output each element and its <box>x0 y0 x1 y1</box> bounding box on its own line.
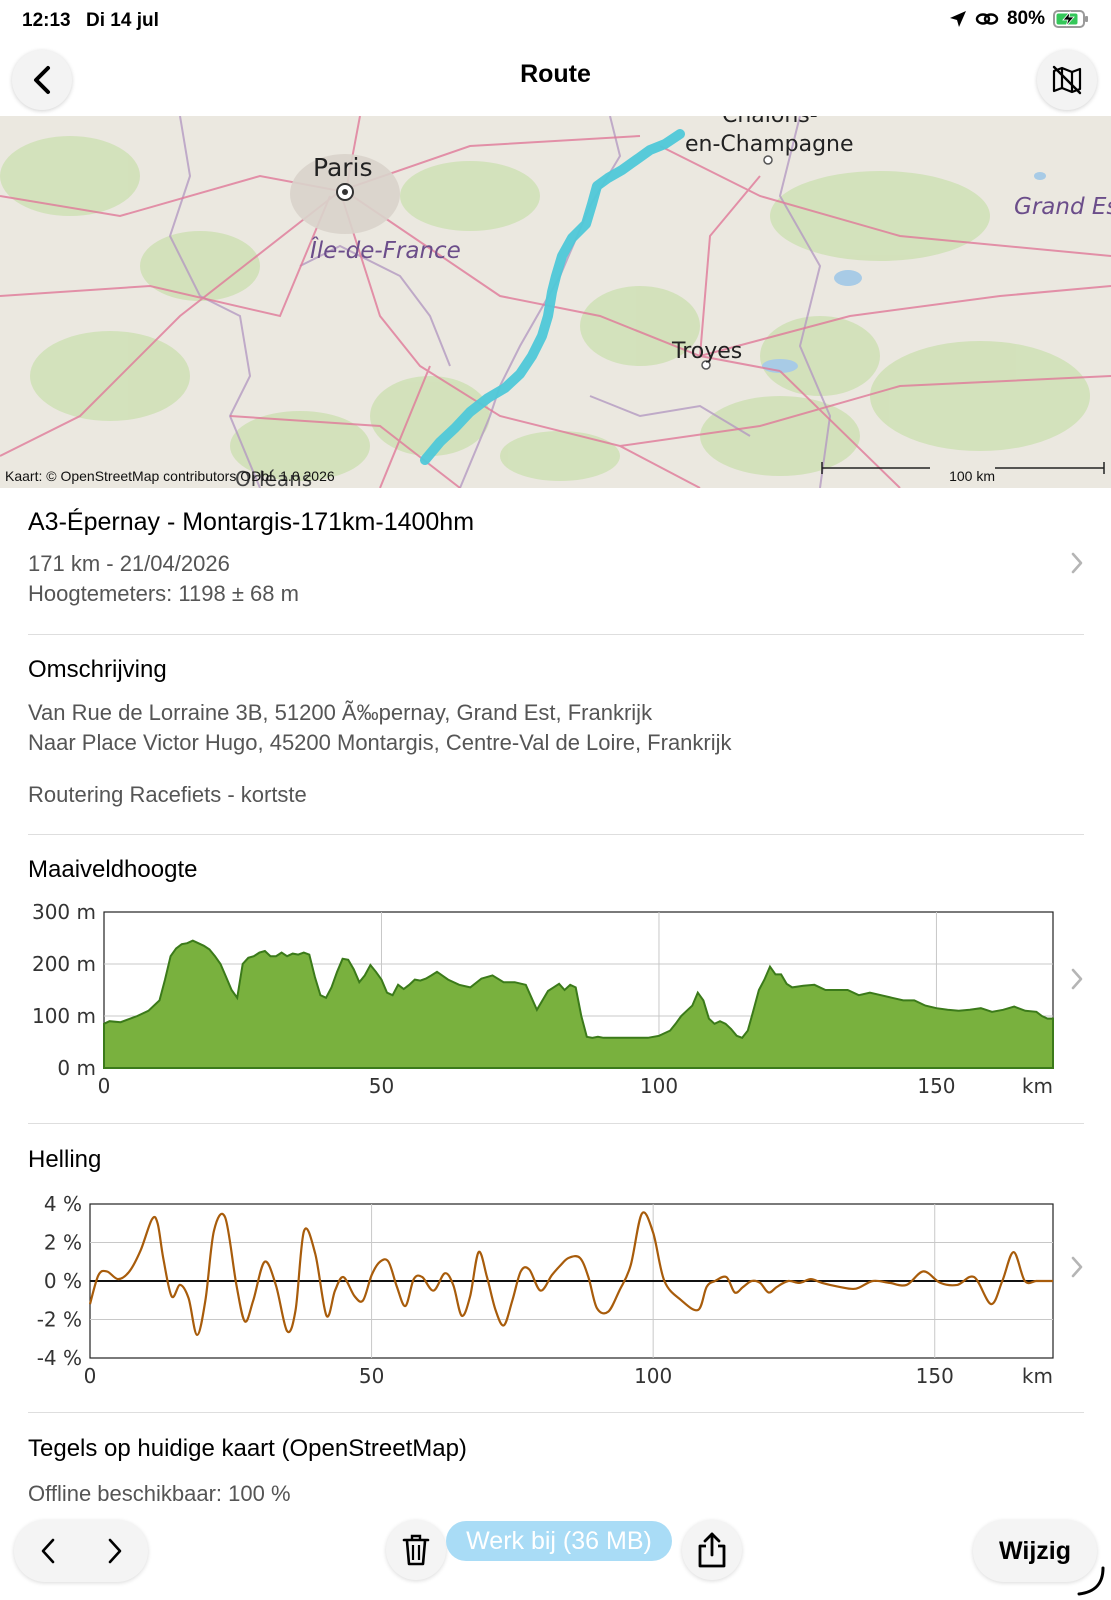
route-nav-pill <box>14 1520 148 1582</box>
map-label-chalons: en-Champagne <box>685 132 854 157</box>
status-date: Di 14 jul <box>86 10 159 31</box>
share-button[interactable] <box>682 1520 742 1580</box>
chevron-right-icon <box>108 1538 121 1564</box>
x-tick-label: 100 <box>640 1074 678 1098</box>
chalons-marker <box>763 155 773 165</box>
map-toggle-button[interactable] <box>1037 50 1097 110</box>
y-tick-label: 0 m <box>57 1056 96 1080</box>
location-arrow-icon <box>949 11 966 27</box>
y-tick-label: 4 % <box>44 1192 82 1216</box>
route-elevation-gain: Hoogtemeters: 1198 ± 68 m <box>28 581 299 606</box>
map-attribution: Kaart: © OpenStreetMap contributors ODbL… <box>5 468 335 484</box>
divider <box>28 634 1084 635</box>
x-unit-label: km <box>1022 1074 1053 1098</box>
map-label-grand-est: Grand Es <box>1014 194 1111 220</box>
description-to: Naar Place Victor Hugo, 45200 Montargis,… <box>28 730 732 755</box>
battery-percent: 80% <box>1006 8 1045 29</box>
x-tick-label: 150 <box>917 1074 955 1098</box>
elevation-chart[interactable]: 300 m 200 m 100 m 0 m0 50 100 150 km <box>0 896 1111 1106</box>
x-tick-label: 50 <box>369 1074 394 1098</box>
trash-icon <box>402 1534 430 1566</box>
y-tick-label: -2 % <box>37 1308 82 1332</box>
status-time: 12:13 <box>22 10 71 31</box>
chevron-right-icon <box>1071 552 1083 574</box>
bottom-toolbar: Werk bij (36 MB) Wijzig <box>0 1500 1111 1600</box>
page-title: Route <box>520 60 591 88</box>
status-bar: 12:13 Di 14 jul 80% <box>0 0 1111 44</box>
resize-handle-icon <box>1077 1566 1105 1596</box>
slope-chart[interactable]: 4 % 2 % 0 % -2 % -4 %0 50 100 150 km <box>0 1186 1111 1396</box>
x-unit-label: km <box>1022 1364 1053 1388</box>
x-tick-label: 50 <box>359 1364 384 1388</box>
y-tick-label: 200 m <box>32 952 96 976</box>
route-name: A3-Épernay - Montargis-171km-1400hm <box>28 508 475 536</box>
y-tick-label: 100 m <box>32 1004 96 1028</box>
y-tick-label: 300 m <box>32 900 96 924</box>
x-tick-label: 0 <box>84 1364 97 1388</box>
route-info-row[interactable]: A3-Épernay - Montargis-171km-1400hm 171 … <box>28 508 1084 618</box>
chevron-left-icon <box>41 1538 54 1564</box>
x-tick-label: 150 <box>916 1364 954 1388</box>
elevation-title: Maaiveldhoogte <box>28 856 198 883</box>
map-label-idf: Île-de-France <box>310 236 461 264</box>
link-icon <box>975 13 999 25</box>
update-tiles-button[interactable]: Werk bij (36 MB) <box>446 1521 672 1561</box>
slope-title: Helling <box>28 1146 102 1173</box>
divider <box>28 834 1084 835</box>
next-button[interactable] <box>81 1520 148 1582</box>
tiles-title: Tegels op huidige kaart (OpenStreetMap) <box>28 1435 467 1462</box>
battery-charging-icon <box>1053 10 1088 28</box>
route-map[interactable]: Paris Île-de-France Châlons- en-Champagn… <box>0 116 1111 488</box>
y-tick-label: -4 % <box>37 1346 82 1370</box>
map-label-paris: Paris <box>313 153 373 182</box>
map-canvas[interactable]: Paris Île-de-France Châlons- en-Champagn… <box>0 116 1111 488</box>
map-off-icon <box>1052 65 1082 95</box>
delete-button[interactable] <box>386 1520 446 1580</box>
y-tick-label: 0 % <box>44 1269 82 1293</box>
navigation-bar: Route <box>0 44 1111 116</box>
previous-button[interactable] <box>14 1520 81 1582</box>
divider <box>28 1123 1084 1124</box>
description-section: Omschrijving Van Rue de Lorraine 3B, 512… <box>28 656 1084 810</box>
tiles-section: Tegels op huidige kaart (OpenStreetMap) … <box>28 1435 1084 1509</box>
map-label-troyes: Troyes <box>671 339 742 364</box>
x-tick-label: 100 <box>634 1364 672 1388</box>
y-tick-label: 2 % <box>44 1231 82 1255</box>
route-distance-date: 171 km - 21/04/2026 <box>28 551 230 576</box>
map-scale-label: 100 km <box>949 468 995 484</box>
share-icon <box>698 1532 726 1568</box>
description-title: Omschrijving <box>28 656 167 683</box>
status-indicators: 80% <box>949 8 1089 30</box>
divider <box>28 1412 1084 1413</box>
description-from: Van Rue de Lorraine 3B, 51200 Ã‰pernay, … <box>28 700 653 725</box>
paris-capital-dot <box>342 189 348 195</box>
map-label-chalons-top: Châlons- <box>722 116 818 128</box>
routing-profile: Routering Racefiets - kortste <box>28 782 307 807</box>
x-tick-label: 0 <box>98 1074 111 1098</box>
